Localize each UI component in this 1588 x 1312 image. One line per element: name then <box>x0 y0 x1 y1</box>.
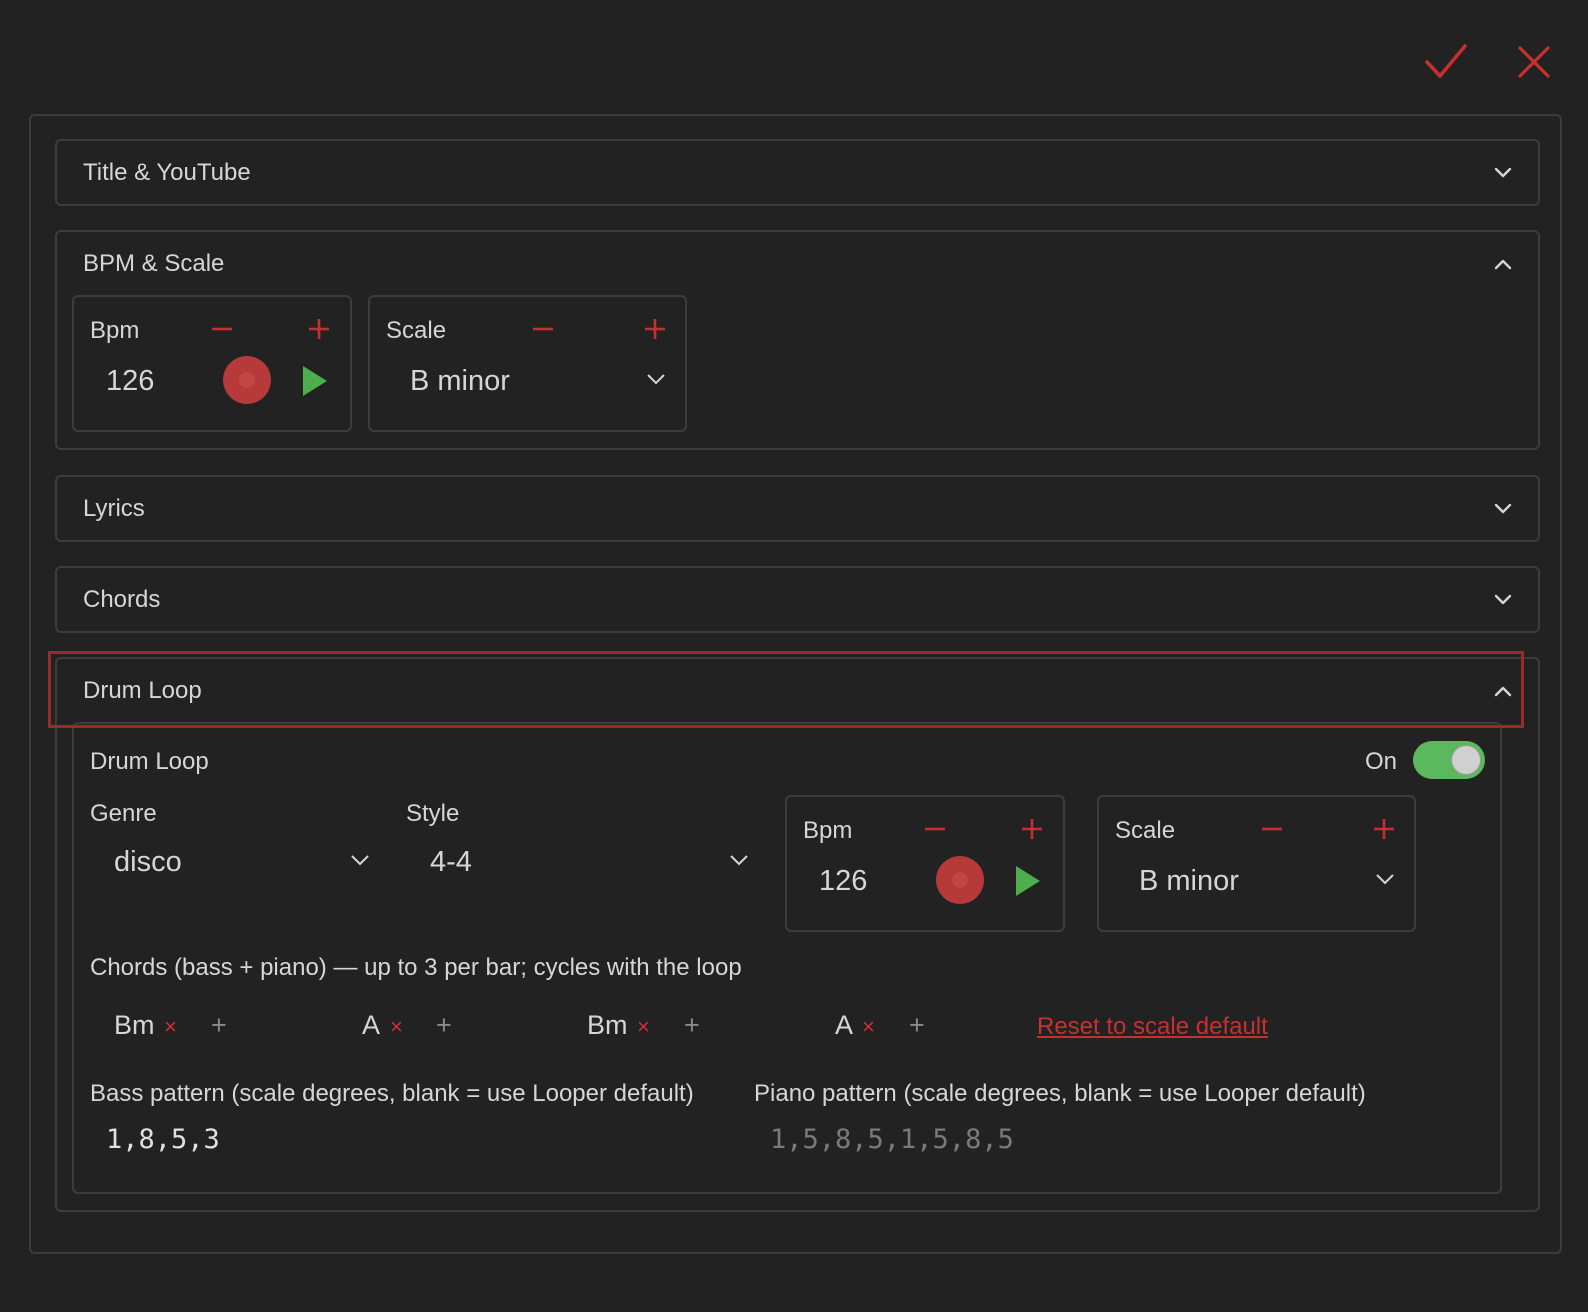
chevron-up-icon <box>1494 259 1512 270</box>
genre-label: Genre <box>90 800 157 827</box>
add-chord-button[interactable]: + <box>211 1010 227 1041</box>
scale-decrement-button[interactable] <box>531 317 555 341</box>
chords-caption: Chords (bass + piano) — up to 3 per bar;… <box>90 954 742 981</box>
add-chord-button[interactable]: + <box>684 1010 700 1041</box>
bpm-increment-button[interactable] <box>1020 817 1044 841</box>
style-label: Style <box>406 800 460 827</box>
close-icon <box>1518 46 1550 78</box>
bass-pattern-input[interactable] <box>106 1124 706 1155</box>
section-chords: Chords <box>55 566 1540 633</box>
scale-decrement-button[interactable] <box>1260 817 1284 841</box>
confirm-button[interactable] <box>1416 40 1476 84</box>
bpm-label: Bpm <box>90 317 140 344</box>
piano-pattern-label: Piano pattern (scale degrees, blank = us… <box>754 1080 1366 1107</box>
chevron-down-icon[interactable] <box>351 855 369 866</box>
drum-loop-toggle-label: On <box>1365 748 1398 775</box>
scale-select[interactable]: B minor <box>410 365 510 398</box>
play-button[interactable] <box>1016 866 1040 896</box>
chevron-down-icon[interactable] <box>647 374 665 385</box>
chevron-down-icon <box>1494 503 1512 514</box>
section-title: Chords <box>83 586 161 613</box>
bpm-decrement-button[interactable] <box>923 817 947 841</box>
section-title: BPM & Scale <box>83 250 225 277</box>
section-header-chords[interactable]: Chords <box>57 568 1538 632</box>
chord-chip[interactable]: A <box>835 1010 853 1041</box>
tap-tempo-button[interactable] <box>223 356 271 404</box>
chord-chip[interactable]: Bm <box>114 1010 155 1041</box>
add-chord-button[interactable]: + <box>436 1010 452 1041</box>
scale-box: Scale B minor <box>368 295 687 432</box>
section-title: Title & YouTube <box>83 159 251 186</box>
scale-increment-button[interactable] <box>643 317 667 341</box>
drum-loop-title: Drum Loop <box>90 748 209 775</box>
scale-select[interactable]: B minor <box>1139 865 1239 898</box>
bpm-label: Bpm <box>803 817 853 844</box>
bpm-decrement-button[interactable] <box>210 317 234 341</box>
toggle-knob <box>1451 745 1481 775</box>
dialog-actions <box>1416 40 1564 84</box>
section-lyrics: Lyrics <box>55 475 1540 542</box>
check-icon <box>1425 44 1467 78</box>
remove-chord-button[interactable]: × <box>164 1014 177 1040</box>
scale-increment-button[interactable] <box>1372 817 1396 841</box>
reset-to-scale-default-link[interactable]: Reset to scale default <box>1037 1013 1268 1041</box>
chevron-down-icon <box>1494 594 1512 605</box>
chord-chip[interactable]: Bm <box>587 1010 628 1041</box>
remove-chord-button[interactable]: × <box>390 1014 403 1040</box>
chevron-down-icon <box>1494 167 1512 178</box>
drum-loop-toggle[interactable] <box>1413 741 1485 779</box>
bpm-box: Bpm 126 <box>72 295 352 432</box>
genre-select[interactable]: disco <box>114 846 182 879</box>
piano-pattern-input[interactable] <box>770 1124 1370 1155</box>
remove-chord-button[interactable]: × <box>637 1014 650 1040</box>
play-button[interactable] <box>303 366 327 396</box>
bpm-increment-button[interactable] <box>307 317 331 341</box>
bass-pattern-label: Bass pattern (scale degrees, blank = use… <box>90 1080 694 1107</box>
section-title: Drum Loop <box>83 677 202 704</box>
section-header-title-youtube[interactable]: Title & YouTube <box>57 141 1538 205</box>
drum-loop-panel: Drum Loop On Genre disco Style 4-4 Chord… <box>72 722 1502 1194</box>
tap-tempo-button[interactable] <box>936 856 984 904</box>
section-title: Lyrics <box>83 495 145 522</box>
chord-chip[interactable]: A <box>362 1010 380 1041</box>
chevron-down-icon[interactable] <box>1376 874 1394 885</box>
close-button[interactable] <box>1504 40 1564 84</box>
bpm-value[interactable]: 126 <box>106 365 154 398</box>
style-select[interactable]: 4-4 <box>430 846 472 879</box>
remove-chord-button[interactable]: × <box>862 1014 875 1040</box>
chevron-up-icon <box>1494 686 1512 697</box>
bpm-value[interactable]: 126 <box>819 865 867 898</box>
section-header-lyrics[interactable]: Lyrics <box>57 477 1538 541</box>
section-header-drum-loop[interactable]: Drum Loop <box>57 659 1538 723</box>
section-header-bpm-scale[interactable]: BPM & Scale <box>57 232 1538 296</box>
scale-label: Scale <box>1115 817 1176 844</box>
drum-loop-scale-box: Scale B minor <box>1097 795 1416 932</box>
add-chord-button[interactable]: + <box>909 1010 925 1041</box>
scale-label: Scale <box>386 317 447 344</box>
chevron-down-icon[interactable] <box>730 855 748 866</box>
drum-loop-bpm-box: Bpm 126 <box>785 795 1065 932</box>
section-title-youtube: Title & YouTube <box>55 139 1540 206</box>
